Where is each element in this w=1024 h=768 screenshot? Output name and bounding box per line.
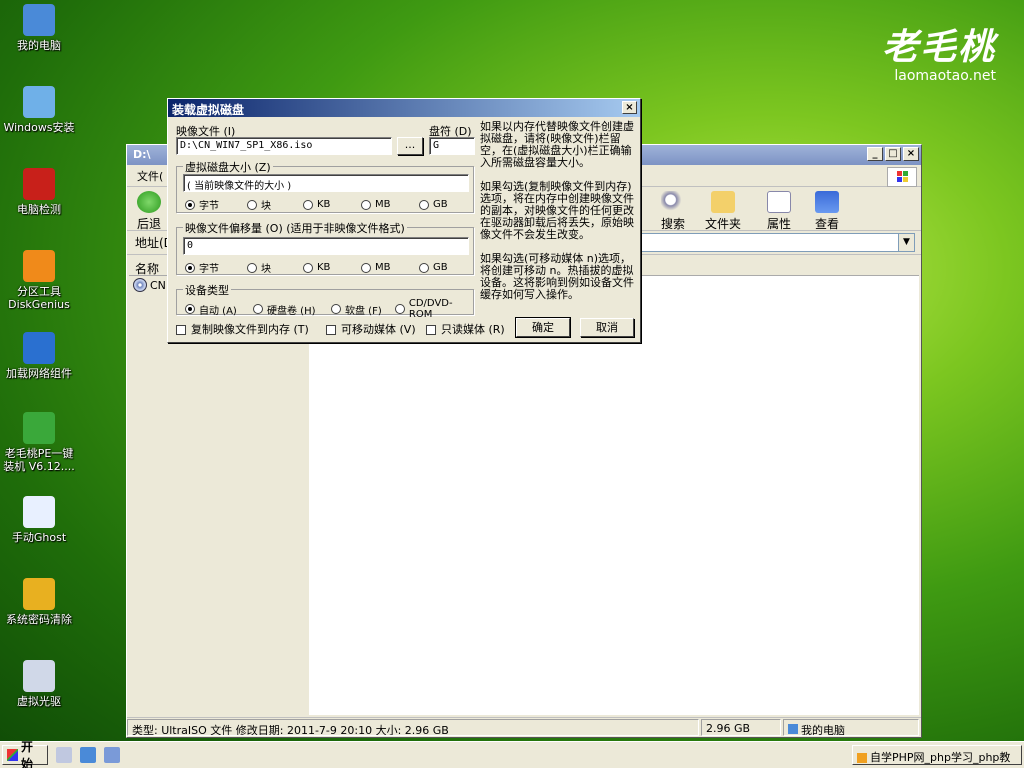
offset-group: 映像文件偏移量 (O) (适用于非映像文件格式) 0 字节 块 KB MB GB: [176, 220, 474, 275]
device-type-group: 设备类型 自动 (A) 硬盘卷 (H) 软盘 (F) CD/DVD-ROM: [176, 282, 474, 320]
drive-letter-input[interactable]: G: [429, 137, 475, 155]
ok-button[interactable]: 确定: [515, 317, 571, 338]
unit-gb-radio[interactable]: GB: [419, 197, 469, 212]
disc-image-icon: [133, 278, 147, 292]
menu-file[interactable]: 文件(: [137, 170, 163, 183]
desktop-icon-label: 老毛桃PE一键 装机 V6.12....: [3, 447, 75, 473]
virtual-drive-icon: [23, 660, 55, 692]
offset-unit-kb-radio[interactable]: KB: [303, 260, 361, 275]
task-item[interactable]: 自学PHP网_php学习_php教: [852, 745, 1022, 765]
status-location: 我的电脑: [783, 719, 919, 736]
desktop-icon-label: 分区工具 DiskGenius: [8, 285, 70, 311]
offset-input[interactable]: 0: [183, 237, 469, 255]
desktop-icon[interactable]: 电脑检测: [0, 168, 78, 216]
image-file-input[interactable]: D:\CN_WIN7_SP1_X86.iso: [176, 137, 392, 155]
brand-url: laomaotao.net: [894, 68, 996, 84]
offset-units: 字节 块 KB MB GB: [185, 260, 469, 275]
laomaotao-icon: [23, 412, 55, 444]
mount-virtual-disk-dialog[interactable]: 装载虚拟磁盘 × 映像文件 (I) D:\CN_WIN7_SP1_X86.iso…: [167, 98, 641, 343]
disk-size-group: 虚拟磁盘大小 (Z) ( 当前映像文件的大小 ) 字节 块 KB MB GB: [176, 159, 474, 213]
folder-icon: [711, 191, 735, 213]
offset-unit-mb-radio[interactable]: MB: [361, 260, 419, 275]
device-type-options: 自动 (A) 硬盘卷 (H) 软盘 (F) CD/DVD-ROM: [185, 298, 475, 320]
maximize-button[interactable]: □: [885, 147, 901, 161]
readonly-checkbox[interactable]: 只读媒体 (R): [426, 321, 505, 337]
desktop-icon[interactable]: Windows安装: [0, 86, 78, 134]
view-grid-icon: [815, 191, 839, 213]
desktop-icon-label: 虚拟光驱: [17, 695, 61, 708]
unit-mb-radio[interactable]: MB: [361, 197, 419, 212]
aida64-icon: [23, 168, 55, 200]
removable-checkbox[interactable]: 可移动媒体 (V): [326, 321, 416, 337]
disk-size-input[interactable]: ( 当前映像文件的大小 ): [183, 174, 469, 192]
copy-to-memory-checkbox[interactable]: 复制映像文件到内存 (T): [176, 321, 309, 337]
desktop-icon[interactable]: 分区工具 DiskGenius: [0, 250, 78, 311]
status-info: 类型: UltraISO 文件 修改日期: 2011-7-9 20:10 大小:…: [127, 719, 699, 736]
windows-flag-icon: [7, 749, 18, 761]
desktop-icon[interactable]: 手动Ghost: [0, 496, 78, 544]
offset-unit-gb-radio[interactable]: GB: [419, 260, 469, 275]
dialog-close-button[interactable]: ×: [622, 101, 637, 114]
offset-unit-bytes-radio[interactable]: 字节: [185, 260, 247, 275]
desktop-icon-label: 我的电脑: [17, 39, 61, 52]
windows-install-icon: [23, 86, 55, 118]
dialog-title: 装载虚拟磁盘: [172, 103, 245, 117]
folders-button[interactable]: 文件夹: [705, 191, 741, 232]
disk-size-units: 字节 块 KB MB GB: [185, 197, 469, 212]
device-hdd-radio[interactable]: 硬盘卷 (H): [253, 298, 331, 320]
help-text: 如果以内存代替映像文件创建虚拟磁盘，请将(映像文件)栏留空，在(虚拟磁盘大小)栏…: [480, 120, 634, 301]
desktop-icon-label: 电脑检测: [17, 203, 61, 216]
desktop-icon[interactable]: 虚拟光驱: [0, 660, 78, 708]
start-button[interactable]: 开始: [2, 740, 48, 768]
device-floppy-radio[interactable]: 软盘 (F): [331, 298, 395, 320]
properties-button[interactable]: 属性: [767, 191, 791, 232]
diskgenius-icon: [23, 250, 55, 282]
quicklaunch-window-icon[interactable]: [104, 747, 120, 763]
cancel-button[interactable]: 取消: [580, 318, 634, 337]
taskbar: 开始 自学PHP网_php学习_php教: [0, 740, 1024, 768]
explorer-title: D:\: [133, 148, 151, 161]
view-button[interactable]: 查看: [815, 191, 839, 232]
status-size: 2.96 GB: [701, 719, 781, 736]
chevron-down-icon[interactable]: ▼: [898, 234, 914, 251]
close-button[interactable]: ×: [903, 147, 919, 161]
device-auto-radio[interactable]: 自动 (A): [185, 298, 253, 320]
network-icon: [23, 332, 55, 364]
browse-button[interactable]: ...: [397, 137, 423, 155]
back-arrow-icon: [137, 191, 161, 213]
search-icon: [661, 191, 685, 213]
unit-kb-radio[interactable]: KB: [303, 197, 361, 212]
unit-bytes-radio[interactable]: 字节: [185, 197, 247, 212]
offset-unit-block-radio[interactable]: 块: [247, 260, 303, 275]
key-icon: [23, 578, 55, 610]
dialog-titlebar[interactable]: 装载虚拟磁盘 ×: [168, 99, 640, 117]
minimize-button[interactable]: _: [867, 147, 883, 161]
desktop-icon-label: Windows安装: [3, 121, 75, 134]
desktop-icon-label: 系统密码清除: [6, 613, 72, 626]
status-bar: 类型: UltraISO 文件 修改日期: 2011-7-9 20:10 大小:…: [127, 717, 921, 737]
back-button[interactable]: 后退: [137, 191, 161, 232]
quicklaunch-printer-icon[interactable]: [56, 747, 72, 763]
desktop-icon[interactable]: 加载网络组件: [0, 332, 78, 380]
desktop-icon-label: 加载网络组件: [6, 367, 72, 380]
brand-watermark: 老毛桃 laomaotao.net: [882, 18, 996, 84]
properties-icon: [767, 191, 791, 213]
list-item[interactable]: CN: [133, 278, 166, 292]
device-cdrom-radio[interactable]: CD/DVD-ROM: [395, 298, 475, 320]
desktop-icon[interactable]: 老毛桃PE一键 装机 V6.12....: [0, 412, 78, 473]
quicklaunch-desktop-icon[interactable]: [80, 747, 96, 763]
desktop-icon[interactable]: 系统密码清除: [0, 578, 78, 626]
desktop-icon[interactable]: 我的电脑: [0, 4, 78, 52]
desktop-icon-label: 手动Ghost: [11, 531, 67, 544]
search-button[interactable]: 搜索: [661, 191, 685, 232]
brand-logo: 老毛桃: [881, 26, 996, 68]
windows-logo-icon: [887, 167, 917, 187]
unit-block-radio[interactable]: 块: [247, 197, 303, 212]
computer-icon: [23, 4, 55, 36]
ghost-icon: [23, 496, 55, 528]
computer-icon: [788, 724, 798, 734]
page-icon: [857, 753, 867, 763]
